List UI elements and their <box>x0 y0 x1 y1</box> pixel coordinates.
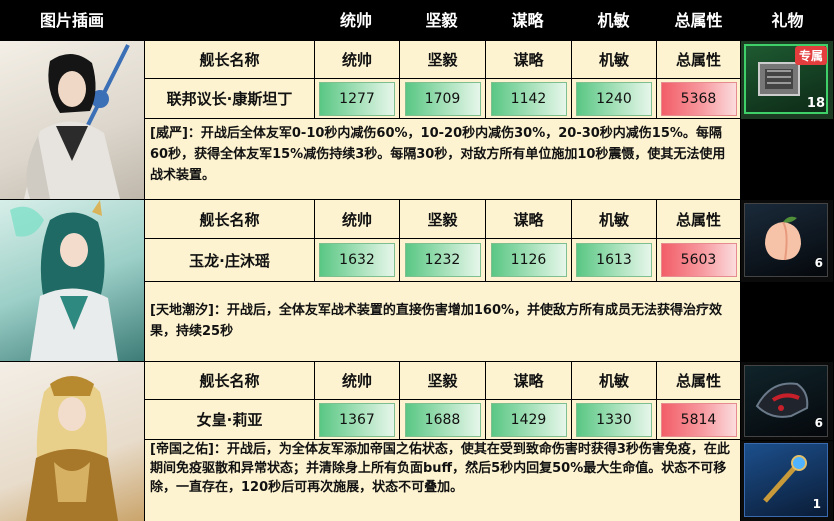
tong-shuai-label: 统帅 <box>315 362 399 399</box>
tong-shuai-label: 统帅 <box>315 41 399 78</box>
ji-min-label: 机敏 <box>572 200 656 238</box>
name-col-label: 舰长名称 <box>145 41 314 78</box>
ji-min-cell: 1330 <box>572 400 656 439</box>
mou-lue-cell: 1126 <box>486 239 571 281</box>
mou-lue-label: 谋略 <box>486 200 571 238</box>
ji-min-value: 1330 <box>576 402 652 437</box>
captain-row: 舰长名称 统帅 坚毅 谋略 机敏 总属性 联邦议长·康斯坦丁 1277 1709… <box>0 41 834 199</box>
captain-portrait <box>0 200 144 361</box>
header-image-col: 图片插画 <box>39 11 104 30</box>
header-mou-lue: 谋略 <box>511 11 544 30</box>
total-label: 总属性 <box>657 200 740 238</box>
gift-count: 6 <box>814 416 823 430</box>
portrait-art-icon <box>26 376 118 521</box>
captain-name: 女皇·莉亚 <box>145 400 314 439</box>
total-value: 5368 <box>660 81 737 116</box>
gift-slot: 6 <box>741 362 833 440</box>
ji-min-value: 1240 <box>576 81 652 116</box>
ji-min-label: 机敏 <box>572 362 656 399</box>
mou-lue-value: 1142 <box>490 81 567 116</box>
mou-lue-value: 1429 <box>490 402 567 437</box>
gift-slot: 专属 18 <box>741 41 833 119</box>
name-col-label: 舰长名称 <box>145 362 314 399</box>
jian-yi-label: 坚毅 <box>400 200 485 238</box>
jian-yi-label: 坚毅 <box>400 41 485 78</box>
captain-row: 舰长名称 统帅 坚毅 谋略 机敏 总属性 玉龙·庄沐瑶 1632 1232 11… <box>0 200 834 361</box>
jian-yi-value: 1688 <box>404 402 481 437</box>
tong-shuai-value: 1632 <box>319 243 395 277</box>
total-value: 5603 <box>660 243 737 277</box>
jian-yi-value: 1232 <box>404 243 481 277</box>
name-col-label: 舰长名称 <box>145 200 314 238</box>
header-gift: 礼物 <box>771 11 804 30</box>
total-label: 总属性 <box>657 362 740 399</box>
total-cell: 5814 <box>657 400 740 439</box>
peach-icon <box>765 216 801 261</box>
captain-row: 舰长名称 统帅 坚毅 谋略 机敏 总属性 女皇·莉亚 1367 1688 142… <box>0 362 834 521</box>
gift-count: 18 <box>806 96 825 111</box>
portrait-art-icon <box>10 200 118 361</box>
exclusive-tag: 专属 <box>794 46 827 65</box>
total-cell: 5603 <box>657 239 740 281</box>
mou-lue-cell: 1142 <box>486 79 571 118</box>
header-jian-yi: 坚毅 <box>425 11 458 30</box>
ji-min-cell: 1240 <box>572 79 656 118</box>
header-tong-shuai: 统帅 <box>339 11 372 30</box>
jian-yi-value: 1709 <box>404 81 481 116</box>
scepter-icon <box>763 455 807 503</box>
skill-description: [帝国之佑]：开战后，为全体友军添加帝国之佑状态，使其在受到致命伤害时获得3秒伤… <box>145 440 740 521</box>
ji-min-cell: 1613 <box>572 239 656 281</box>
gift-count: 6 <box>814 256 823 270</box>
captain-name: 玉龙·庄沐瑶 <box>145 239 314 281</box>
jian-yi-cell: 1709 <box>400 79 485 118</box>
gift-slot: 1 <box>741 441 833 521</box>
skill-description: [威严]：开战后全体友军0-10秒内减伤60%，10-20秒内减伤30%，20-… <box>145 119 740 199</box>
skill-description: [天地潮汐]：开战后，全体友军战术装置的直接伤害增加160%，并使敌方所有成员无… <box>145 282 740 361</box>
jian-yi-label: 坚毅 <box>400 362 485 399</box>
tong-shuai-value: 1277 <box>319 81 395 116</box>
ji-min-label: 机敏 <box>572 41 656 78</box>
total-value: 5814 <box>660 402 737 437</box>
total-label: 总属性 <box>657 41 740 78</box>
captain-portrait <box>0 41 144 199</box>
tong-shuai-value: 1367 <box>319 402 395 437</box>
gift-count: 1 <box>812 497 821 511</box>
captain-name: 联邦议长·康斯坦丁 <box>145 79 314 118</box>
jian-yi-cell: 1688 <box>400 400 485 439</box>
portrait-art-icon <box>24 44 130 199</box>
tong-shuai-label: 统帅 <box>315 200 399 238</box>
jian-yi-cell: 1232 <box>400 239 485 281</box>
total-cell: 5368 <box>657 79 740 118</box>
header-ji-min: 机敏 <box>597 11 630 30</box>
gift-slot: 6 <box>741 200 833 282</box>
crown-helmet-icon <box>755 382 809 418</box>
mou-lue-cell: 1429 <box>486 400 571 439</box>
tong-shuai-cell: 1632 <box>315 239 399 281</box>
header-total: 总属性 <box>674 11 723 30</box>
tong-shuai-cell: 1277 <box>315 79 399 118</box>
mou-lue-value: 1126 <box>490 243 567 277</box>
mou-lue-label: 谋略 <box>486 41 571 78</box>
tong-shuai-cell: 1367 <box>315 400 399 439</box>
mou-lue-label: 谋略 <box>486 362 571 399</box>
ji-min-value: 1613 <box>576 243 652 277</box>
captain-portrait <box>0 362 144 521</box>
table-header: 图片插画 统帅 坚毅 谋略 机敏 总属性 礼物 <box>0 0 834 41</box>
